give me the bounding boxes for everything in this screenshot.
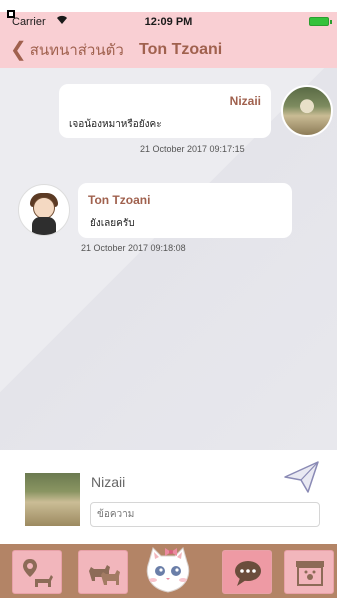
clock-label: 12:09 PM <box>144 16 193 28</box>
cat-face-icon <box>146 547 190 593</box>
message-sender-name: Ton Tzoani <box>88 193 151 207</box>
avatar-body <box>32 217 56 235</box>
message-timestamp: 21 October 2017 09:17:15 <box>140 144 245 154</box>
paper-plane-icon <box>284 461 319 493</box>
dogs-icon <box>89 565 120 585</box>
battery-icon <box>309 17 332 26</box>
message-text: เจอน้องหมาหรือยังคะ <box>69 119 162 130</box>
send-button[interactable] <box>283 460 321 494</box>
conversation-title: Ton Tzoani <box>139 41 223 58</box>
back-button-label: สนทนาส่วนตัว <box>29 42 124 59</box>
navigation-bar: ❮ สนทนาส่วนตัว Ton Tzoani <box>0 32 337 68</box>
cat-home-button[interactable] <box>143 544 193 598</box>
tab-pets[interactable] <box>78 550 128 594</box>
chat-message-list[interactable]: Nizaii เจอน้องหมาหรือยังคะ 21 October 20… <box>0 68 337 450</box>
chevron-left-icon: ❮ <box>10 39 27 61</box>
avatar-ton-tzoani[interactable] <box>18 184 70 236</box>
map-pin-dog-icon <box>23 559 53 587</box>
compose-user-name: Nizaii <box>91 474 126 490</box>
user-photo-thumbnail <box>25 473 80 526</box>
tab-map[interactable] <box>12 550 62 594</box>
window-corner-marker <box>7 10 15 18</box>
avatar-nizaii[interactable] <box>281 85 333 137</box>
status-bar: Carrier 12:09 PM <box>0 12 337 32</box>
message-text: ยังเลยครับ <box>90 218 135 229</box>
back-button[interactable]: ❮ สนทนาส่วนตัว <box>10 38 124 62</box>
tab-shop[interactable] <box>284 550 334 594</box>
tab-bar <box>0 544 337 598</box>
chat-bubble-icon <box>235 561 261 586</box>
message-timestamp: 21 October 2017 09:18:08 <box>81 243 186 253</box>
avatar-face <box>33 197 55 219</box>
message-bubble-incoming: Ton Tzoani ยังเลยครับ <box>78 183 292 238</box>
message-sender-name: Nizaii <box>229 94 261 108</box>
tab-chat[interactable] <box>222 550 272 594</box>
compose-area: Nizaii <box>0 450 337 544</box>
message-input[interactable] <box>90 502 320 527</box>
pet-shop-icon <box>296 561 324 586</box>
message-bubble-outgoing: Nizaii เจอน้องหมาหรือยังคะ <box>59 84 271 138</box>
